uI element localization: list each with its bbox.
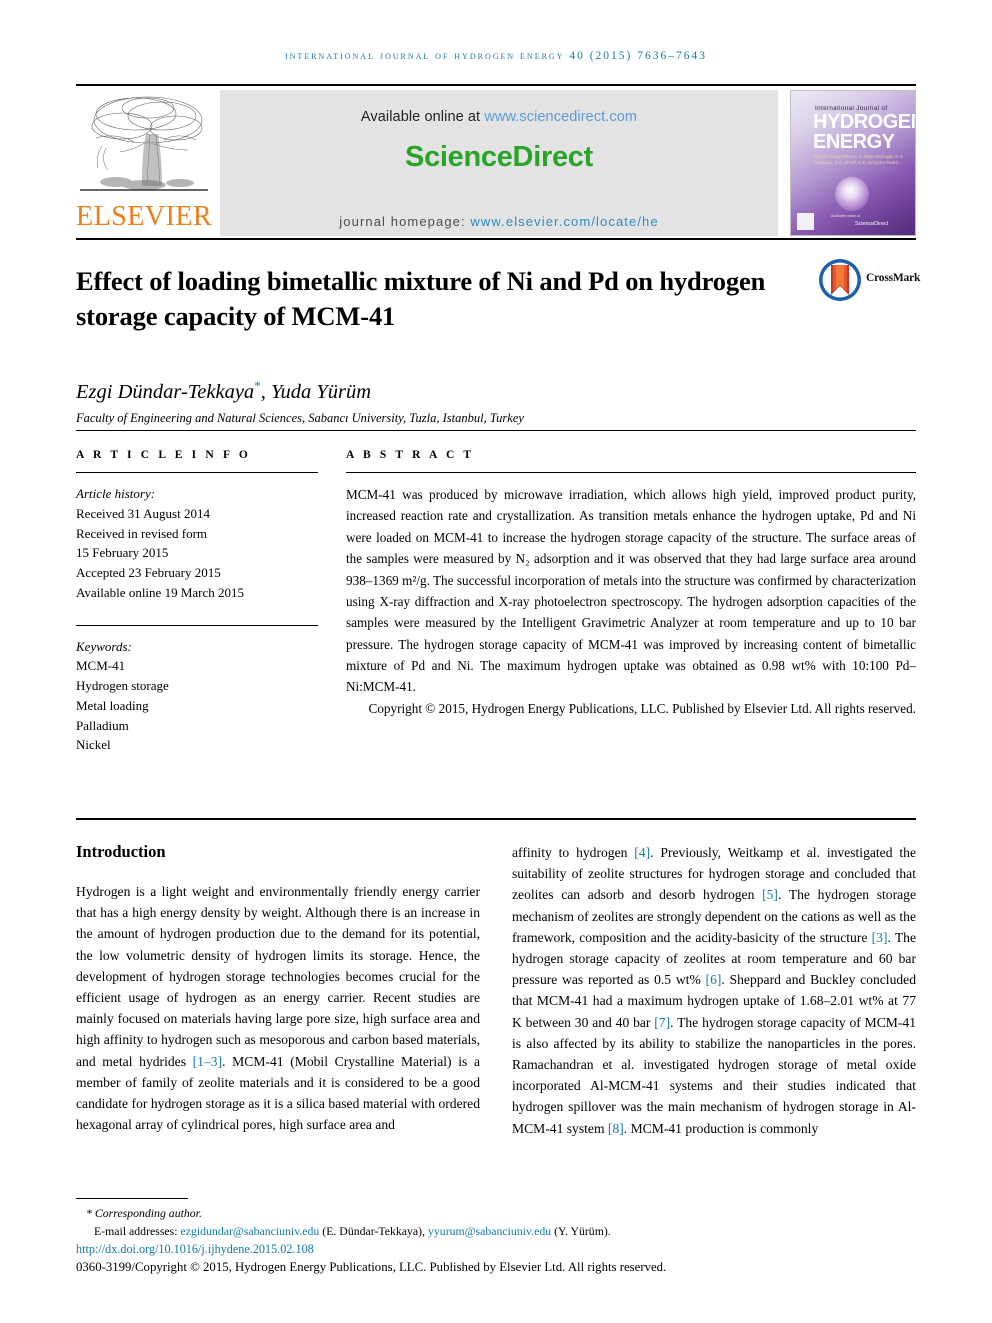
journal-cover-thumbnail: International Journal of HYDROGEN ENERGY… — [790, 90, 916, 236]
paragraph: affinity to hydrogen [4]. Previously, We… — [512, 845, 917, 1136]
paragraph: Hydrogen is a light weight and environme… — [76, 884, 480, 1133]
citation-reference[interactable]: [6] — [706, 972, 722, 987]
journal-article-page: International Journal of Hydrogen Energy… — [0, 0, 992, 1323]
email-owner-1: (E. Dündar-Tekkaya), — [319, 1224, 428, 1239]
abstract-copyright: Copyright © 2015, Hydrogen Energy Public… — [368, 700, 916, 716]
author-list: Ezgi Dündar-Tekkaya*, Yuda Yürüm — [76, 378, 916, 404]
cover-editors: Editors: Craig Perkins, T. Nejat Vezirog… — [814, 154, 904, 166]
keyword-item: MCM-41 — [76, 658, 126, 674]
citation-reference[interactable]: [5] — [762, 887, 778, 902]
abstract-heading: A B S T R A C T — [346, 449, 475, 461]
article-info-rule — [76, 472, 318, 473]
title-block: Effect of loading bimetallic mixture of … — [76, 238, 920, 426]
article-history-block: Article history: Received 31 August 2014… — [76, 484, 318, 603]
footnote-rule — [76, 1198, 188, 1200]
body-column-right: affinity to hydrogen [4]. Previously, We… — [512, 842, 916, 1139]
cover-elsevier-mark — [797, 213, 814, 230]
sciencedirect-banner: Available online at www.sciencedirect.co… — [220, 90, 778, 236]
crossmark-label: CrossMark — [866, 272, 921, 284]
citation-reference[interactable]: [8] — [608, 1121, 624, 1136]
body-column-left: Introduction Hydrogen is a light weight … — [76, 842, 480, 1139]
crossmark-badge-group[interactable]: CrossMark — [818, 258, 920, 310]
article-info-heading: A R T I C L E I N F O — [76, 449, 251, 461]
citation-reference[interactable]: [1–3] — [193, 1054, 222, 1069]
running-head: International Journal of Hydrogen Energy… — [284, 50, 708, 62]
abstract-column: A B S T R A C T MCM-41 was produced by m… — [346, 449, 916, 755]
body-section: Introduction Hydrogen is a light weight … — [76, 818, 916, 1139]
section-heading-introduction: Introduction — [76, 842, 166, 861]
email-owner-2: (Y. Yürüm). — [551, 1224, 611, 1239]
cover-title-hydrogen: HYDROGEN — [813, 111, 916, 133]
available-online-prefix: Available online at — [360, 109, 485, 125]
email-link-2[interactable]: yyurum@sabanciuniv.edu — [428, 1224, 551, 1238]
history-line: Accepted 23 February 2015 — [76, 565, 221, 580]
sciencedirect-url-link[interactable]: www.sciencedirect.com — [484, 109, 637, 125]
author-affiliation: Faculty of Engineering and Natural Scien… — [76, 411, 524, 426]
keyword-item: Metal loading — [76, 697, 149, 713]
citation-reference[interactable]: [7] — [654, 1015, 670, 1030]
citation-reference[interactable]: [4] — [634, 845, 650, 860]
page-title: Effect of loading bimetallic mixture of … — [76, 266, 766, 332]
keyword-item: Palladium — [76, 717, 129, 733]
journal-homepage-prefix: journal homepage: — [339, 214, 471, 229]
abstract-rule — [346, 472, 916, 473]
elsevier-wordmark: ELSEVIER — [76, 201, 213, 232]
abstract-body: MCM-41 was produced by microwave irradia… — [346, 484, 916, 719]
keywords-label: Keywords: — [76, 638, 132, 654]
journal-homepage-line: journal homepage: www.elsevier.com/locat… — [220, 214, 778, 229]
footnote-block: * Corresponding author. E-mail addresses… — [76, 1198, 916, 1275]
corresponding-author-note: * Corresponding author. — [86, 1206, 202, 1221]
history-line: Received in revised form — [76, 525, 208, 541]
masthead: ELSEVIER Available online at www.science… — [76, 84, 916, 236]
citation-reference[interactable]: [3] — [872, 930, 888, 945]
history-line: 15 February 2015 — [76, 545, 169, 561]
email-label: E-mail addresses: — [94, 1224, 181, 1239]
issn-copyright-line: 0360-3199/Copyright © 2015, Hydrogen Ene… — [76, 1260, 667, 1274]
doi-link[interactable]: http://dx.doi.org/10.1016/j.ijhydene.201… — [76, 1242, 916, 1257]
email-link-1[interactable]: ezgidundar@sabanciuniv.edu — [180, 1224, 319, 1238]
available-online-text: Available online at www.sciencedirect.co… — [220, 90, 778, 125]
keywords-block: Keywords: MCM-41 Hydrogen storage Metal … — [76, 624, 318, 756]
cover-title-energy: ENERGY — [813, 131, 895, 153]
elsevier-tree-icon — [80, 96, 208, 191]
elsevier-logo: ELSEVIER — [76, 90, 216, 236]
keywords-rule — [76, 624, 318, 626]
journal-homepage-link[interactable]: www.elsevier.com/locate/he — [470, 214, 658, 229]
keyword-item: Nickel — [76, 737, 111, 753]
author-first: Ezgi Dündar-Tekkaya — [76, 381, 255, 404]
info-abstract-section: A R T I C L E I N F O Article history: R… — [76, 430, 916, 755]
article-history-label: Article history: — [76, 486, 156, 501]
introduction-right-text: affinity to hydrogen [4]. Previously, We… — [512, 842, 916, 1139]
cover-sciencedirect-sub: Available online at — [831, 214, 861, 218]
history-line: Available online 19 March 2015 — [76, 584, 244, 600]
author-rest: , Yuda Yürüm — [260, 381, 372, 404]
history-line: Received 31 August 2014 — [76, 505, 210, 521]
sciencedirect-logo: ScienceDirect — [405, 141, 593, 173]
cover-sciencedirect-mark: ScienceDirect — [855, 221, 889, 227]
introduction-left-text: Hydrogen is a light weight and environme… — [76, 881, 480, 1135]
cover-orb-graphic — [835, 177, 869, 211]
abstract-text: MCM-41 was produced by microwave irradia… — [346, 487, 916, 695]
email-addresses-line: E-mail addresses: ezgidundar@sabanciuniv… — [76, 1223, 916, 1241]
article-info-column: A R T I C L E I N F O Article history: R… — [76, 449, 318, 755]
keyword-item: Hydrogen storage — [76, 678, 169, 693]
crossmark-icon[interactable] — [818, 258, 862, 302]
